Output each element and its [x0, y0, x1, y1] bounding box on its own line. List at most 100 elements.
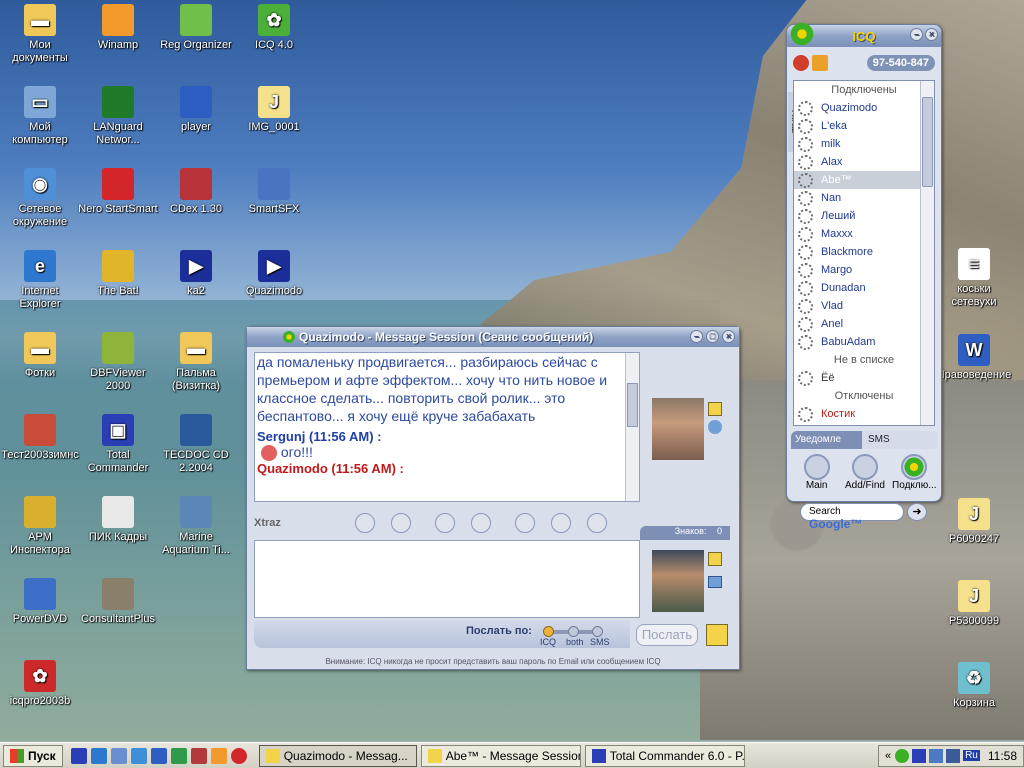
slider-knob-both[interactable] [568, 626, 579, 637]
contact-section-header[interactable]: Отключены [794, 387, 934, 405]
desktop-icon-item[interactable]: ▣ Total Commander [78, 414, 158, 475]
contact-item[interactable]: Nan [794, 189, 934, 207]
contact-people-icon[interactable] [708, 420, 722, 434]
task-quazimodo[interactable]: Quazimodo - Messag... [258, 744, 417, 767]
desktop-icon-item[interactable]: ✿ icqpro2003b [0, 660, 80, 708]
desktop-icon-item[interactable]: PowerDVD [0, 578, 80, 626]
desktop-icon-item[interactable]: Winamp [78, 4, 158, 52]
scrollbar-thumb[interactable] [922, 97, 933, 187]
add-find-button[interactable]: Add/Find [842, 454, 888, 500]
contact-item[interactable]: Леший [794, 207, 934, 225]
contact-list[interactable]: Подключены Quazimodo L'eka milk Alax Abe™ Nan Л… [793, 80, 935, 426]
contact-item[interactable]: L'eka [794, 117, 934, 135]
search-go-button[interactable]: ➜ [907, 503, 927, 521]
desktop-icon-item[interactable]: ▶ ka2 [156, 250, 236, 298]
desktop-icon-item[interactable]: ПИК Кадры [78, 496, 158, 544]
contact-item[interactable]: Margo [794, 261, 934, 279]
desktop-icon-item[interactable]: Reg Organizer [156, 4, 236, 52]
desktop-icon-item[interactable]: ▬ Пальма (Визитка) [156, 332, 236, 393]
contact-item[interactable]: Alax [794, 153, 934, 171]
google-search-box[interactable]: Search Google™ [800, 503, 904, 531]
contact-list-scrollbar[interactable] [920, 81, 934, 425]
scrollbar-thumb[interactable] [627, 383, 638, 427]
tray-expand-icon[interactable]: « [885, 750, 891, 762]
tray-app-icon[interactable] [912, 748, 927, 763]
note-icon[interactable] [706, 624, 728, 646]
my-info-icon[interactable] [708, 552, 722, 566]
contact-item[interactable]: Dunadan [794, 279, 934, 297]
gift-icon[interactable] [354, 513, 375, 533]
send-via-slider[interactable] [543, 626, 603, 637]
desktop-icon-item[interactable]: TECDOC CD 2.2004 [156, 414, 236, 475]
tray-volume-icon[interactable] [946, 748, 961, 763]
winamp-icon[interactable] [210, 747, 227, 764]
word-icon[interactable] [150, 747, 167, 764]
minimize-button[interactable]: – [910, 28, 923, 41]
desktop-icon-item[interactable]: ✿ ICQ 4.0 [234, 4, 314, 52]
status-icon[interactable] [793, 55, 809, 71]
desktop-icon-item[interactable]: J P5300099 [934, 580, 1014, 628]
emoticon-icon[interactable] [390, 513, 411, 533]
connect-button[interactable]: Подклю... [891, 454, 937, 500]
desktop-icon-item[interactable]: ▬ Мои документы [0, 4, 80, 65]
desktop-icon-item[interactable]: LANguard Networ... [78, 86, 158, 147]
contact-item[interactable]: Quazimodo [794, 99, 934, 117]
tray-net-icon[interactable] [929, 748, 944, 763]
contact-item[interactable]: Abe™ [794, 171, 934, 189]
contact-item[interactable]: Blackmore [794, 243, 934, 261]
table-icon[interactable] [514, 513, 535, 533]
contact-item[interactable]: milk [794, 135, 934, 153]
desktop-icon-item[interactable]: J P6090247 [934, 498, 1014, 546]
desktop-icon-item[interactable]: player [156, 86, 236, 134]
contact-item[interactable]: BabuAdam [794, 333, 934, 351]
total-commander-icon[interactable] [70, 747, 87, 764]
send-option-sms[interactable]: SMS [590, 637, 610, 647]
contact-section-header[interactable]: Подключены [794, 81, 934, 99]
desktop-icon-item[interactable]: e Internet Explorer [0, 250, 80, 311]
desktop-icon-item[interactable]: ◉ Сетевое окружение [0, 168, 80, 229]
slider-knob-icq[interactable] [543, 626, 554, 637]
contact-item[interactable]: Vlad [794, 297, 934, 315]
contact-item[interactable]: Maxxx [794, 225, 934, 243]
xtraz-label[interactable]: Xtraz [254, 517, 281, 529]
language-indicator[interactable]: Ru [963, 750, 980, 761]
minimize-button[interactable]: – [690, 330, 703, 343]
history-scrollbar[interactable] [625, 353, 639, 501]
send-option-icq[interactable]: ICQ [540, 637, 556, 647]
send-button[interactable]: Послать [636, 624, 698, 646]
desktop-icon-item[interactable]: J IMG_0001 [234, 86, 314, 134]
desktop-icon-item[interactable]: Marine Aquarium Ti... [156, 496, 236, 557]
start-button[interactable]: Пуск [3, 744, 63, 767]
xtraz-status-icon[interactable] [812, 55, 828, 71]
desktop-icon-item[interactable]: ConsultantPlus [78, 578, 158, 626]
tab-notifications[interactable]: Уведомле [791, 431, 862, 449]
desktop-icon-item[interactable]: ▬ Фотки [0, 332, 80, 380]
desktop-icon-item[interactable]: ▶ Quazimodo [234, 250, 314, 298]
desktop-icon-item[interactable]: SmartSFX [234, 168, 314, 216]
slider-knob-sms[interactable] [592, 626, 603, 637]
desktop-icon-item[interactable]: ♻ Корзина [934, 662, 1014, 710]
color-icon[interactable] [470, 513, 491, 533]
chat-title-bar[interactable]: Quazimodo - Message Session (Сеанс сообщ… [247, 327, 739, 347]
desktop-icon-item[interactable]: CDex 1.30 [156, 168, 236, 216]
desktop-icon-item[interactable]: Nero StartSmart [78, 168, 158, 216]
close-button[interactable]: × [722, 330, 735, 343]
main-button[interactable]: Main [795, 454, 839, 500]
tray-icq-icon[interactable] [895, 748, 910, 763]
contact-item[interactable]: Anel [794, 315, 934, 333]
regedit-icon[interactable] [190, 747, 207, 764]
excel-icon[interactable] [170, 747, 187, 764]
message-input[interactable] [254, 540, 640, 618]
task-abe[interactable]: Abe™ - Message Session... [420, 744, 581, 767]
font-icon[interactable] [434, 513, 455, 533]
desktop-icon-item[interactable]: The Bat! [78, 250, 158, 298]
ie-icon[interactable] [90, 747, 107, 764]
task-total-commander[interactable]: Total Commander 6.0 - P... [584, 744, 745, 767]
maximize-button[interactable]: □ [706, 330, 719, 343]
outlook-icon[interactable] [110, 747, 127, 764]
desktop-icon-item[interactable]: DBFViewer 2000 [78, 332, 158, 393]
desktop-icon-item[interactable]: АРМ Инспектора [0, 496, 80, 557]
contact-section-header[interactable]: Не в списке [794, 351, 934, 369]
camera-icon[interactable] [708, 576, 722, 588]
send-option-both[interactable]: both [566, 637, 584, 647]
